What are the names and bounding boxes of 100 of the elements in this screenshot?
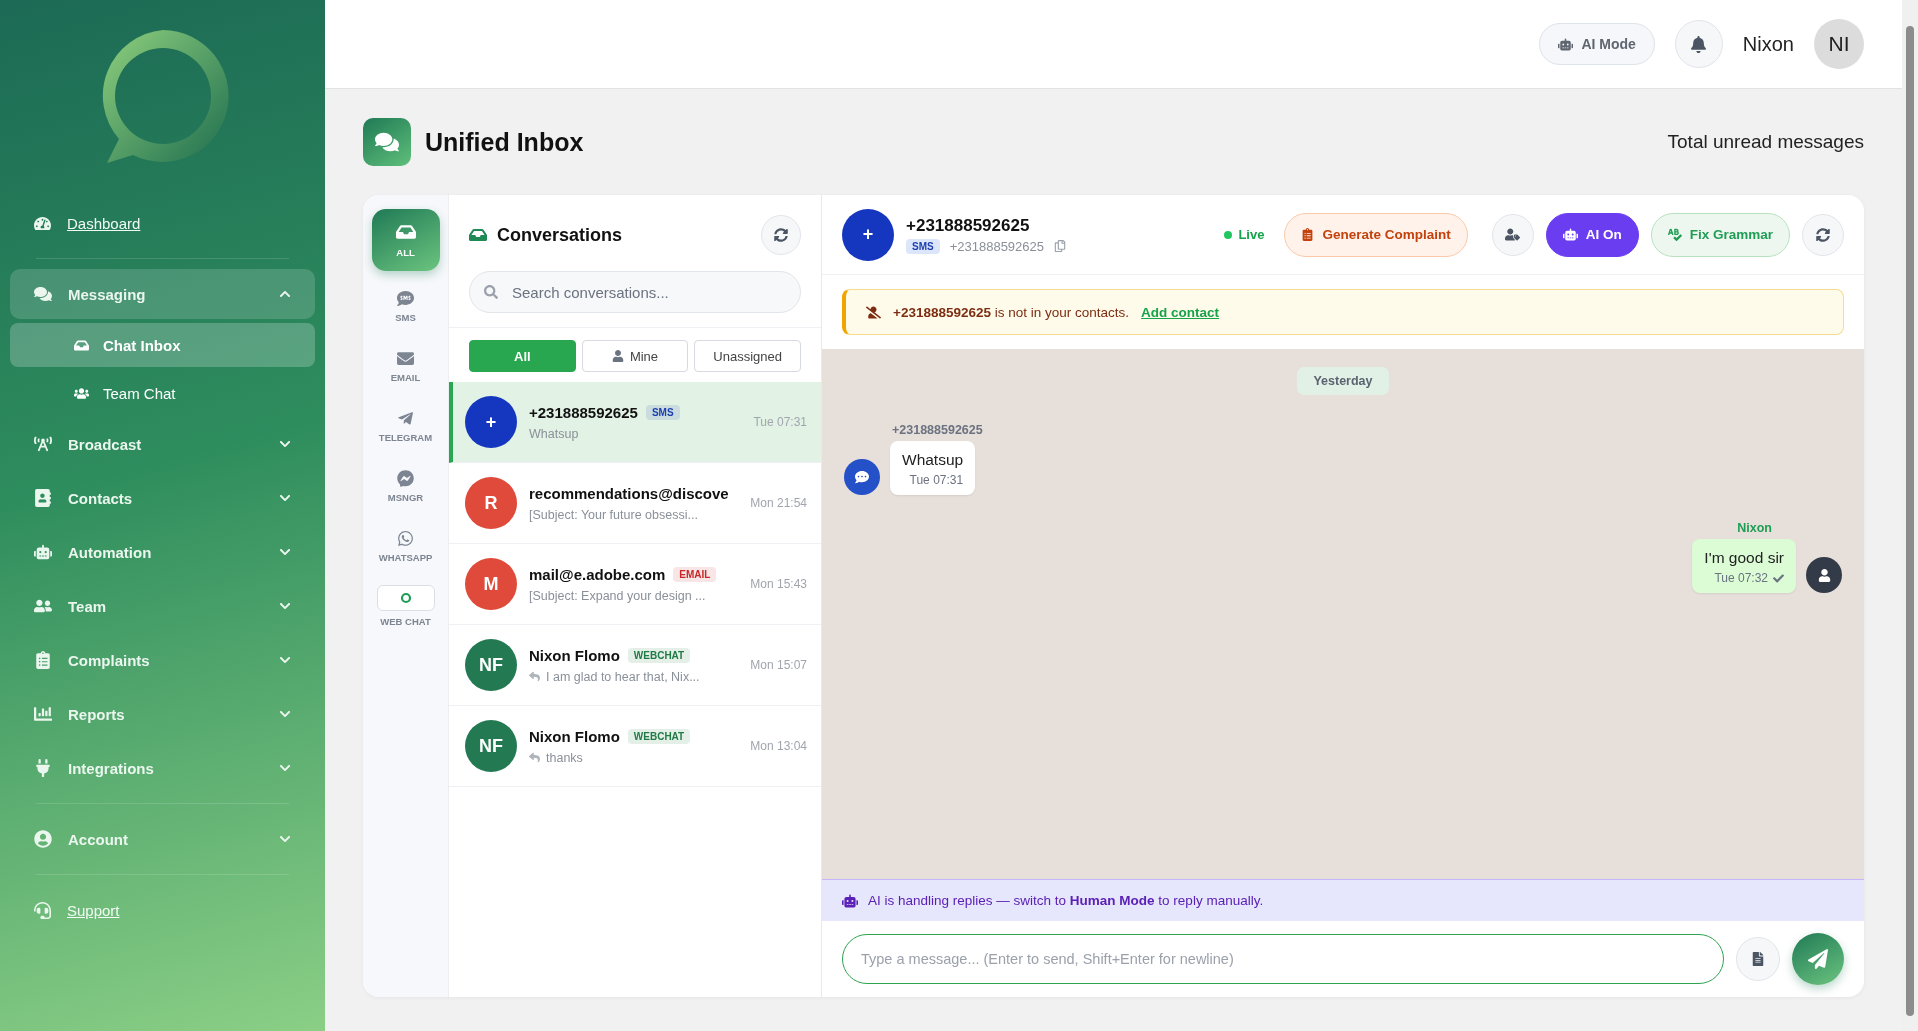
date-chip: Yesterday [1297,367,1389,395]
channel-tab[interactable]: EMAIL [371,341,440,391]
document-icon [1751,952,1765,966]
paper-plane-icon [397,409,414,427]
sms-bubble-icon [397,289,414,307]
person-icon [1817,568,1831,582]
nav-link[interactable]: Dashboard [67,214,141,232]
unread-label: Total unread messages [1667,131,1864,153]
contact-name: Nixon Flomo [529,646,620,664]
contact-name: +231888592625 [529,403,638,421]
channel-tag: WEBCHAT [627,647,691,663]
contact-avatar: NF [465,639,517,691]
message-text: I'm good sir [1704,549,1784,567]
ai-notice-text: AI is handling replies — switch to Human Mode to reply manually. [868,893,1264,908]
chevron-down-icon [279,438,291,450]
filter-tab[interactable]: All [469,340,576,372]
clipboard-icon [34,651,52,669]
nav-label: Team [68,597,108,615]
nav-group[interactable]: Contacts [10,473,315,523]
nav-link[interactable]: Support [67,901,120,919]
inbox-icon [469,226,487,244]
nav-group[interactable]: Messaging [10,269,315,319]
message-time: Tue 07:32 [1714,571,1768,585]
channel-tag: EMAIL [673,566,717,582]
notifications-button[interactable] [1674,20,1723,68]
nav-group[interactable]: Broadcast [10,419,315,469]
chevron-down-icon [279,492,291,504]
nav-label: Automation [68,543,153,561]
sender-name: Nixon [1737,521,1772,535]
channel-tab[interactable]: SMS [371,281,440,331]
message-preview: [Subject: Expand your design ... [529,588,706,603]
nav-group[interactable]: Complaints [10,635,315,685]
channel-tab[interactable]: WHATSAPP [371,521,440,571]
user-avatar[interactable]: NI [1814,19,1864,69]
conversation-item[interactable]: + +231888592625 SMS Whatsup Tue 07:31 [449,382,821,463]
generate-complaint-button[interactable]: Generate Complaint [1284,212,1468,257]
chat-bubbles-icon [34,285,52,303]
nav-label: Team Chat [103,384,177,402]
filter-tab[interactable]: Unassigned [694,340,801,372]
nav-group[interactable]: Reports [10,689,315,739]
channel-tab[interactable]: WEB CHAT [371,581,440,631]
robot-icon [842,892,858,909]
plug-icon [34,759,52,777]
webchat-logo-icon [376,585,435,611]
message-input[interactable]: Type a message... (Enter to send, Shift+Enter for newline) [842,934,1724,984]
user-tag-icon [1505,227,1521,242]
user-slash-icon [866,304,881,320]
nav-group[interactable]: Integrations [10,743,315,793]
refresh-button[interactable] [1802,213,1844,256]
message-time: Mon 15:43 [750,577,807,591]
chevron-down-icon [279,762,291,774]
channel-tab[interactable]: MSNGR [371,461,440,511]
refresh-icon [1816,227,1830,242]
chat-bubbles-icon [363,118,411,166]
copy-icon[interactable] [1054,240,1067,252]
message-preview: thanks [546,750,583,765]
bar-chart-icon [34,705,52,723]
channel-tag: SMS [906,238,940,254]
add-contact-link[interactable]: Add contact [1141,304,1220,320]
contact-avatar: R [465,477,517,529]
nav-label: Chat Inbox [103,336,182,354]
banner-text: +231888592625 is not in your contacts. [893,304,1130,320]
ai-toggle-button[interactable]: AI On [1545,212,1639,257]
gauge-icon [34,214,51,232]
spell-check-icon [1667,227,1682,242]
robot-icon [34,543,52,561]
search-field[interactable]: Search conversations... [469,271,801,313]
nav-group[interactable]: Automation [10,527,315,577]
person-icon [611,350,624,362]
nav-group[interactable]: Account [10,814,315,864]
status-dot [1224,230,1233,239]
contact-name: Nixon Flomo [529,727,620,745]
clipboard-icon [1301,228,1315,241]
nav-subitem[interactable]: Team Chat [10,371,315,415]
message-time: Mon 15:07 [750,658,807,672]
channel-tab[interactable]: ALL [371,209,440,271]
antenna-icon [34,435,52,453]
nav-label: Account [68,830,129,848]
send-button[interactable] [1792,933,1844,985]
people-icon [74,385,89,401]
nav-label: Integrations [68,759,155,777]
channel-tab[interactable]: TELEGRAM [371,401,440,451]
filter-tab[interactable]: Mine [581,340,689,372]
message-time: Mon 21:54 [750,496,807,510]
fix-grammar-button[interactable]: Fix Grammar [1650,212,1790,257]
inbox-icon [395,222,416,242]
refresh-button[interactable] [761,215,801,255]
chevron-down-icon [279,600,291,612]
ai-mode-button[interactable]: AI Mode [1539,23,1655,65]
contact-avatar: + [465,396,517,448]
message-time: Tue 07:31 [909,473,964,487]
attach-file-button[interactable] [1736,937,1780,981]
nav-group[interactable]: Team [10,581,315,631]
headset-icon [34,901,51,919]
contact-name: recommendations@discove [529,484,729,502]
robot-icon [1558,36,1574,52]
contact-avatar: M [465,558,517,610]
nav-subitem[interactable]: Chat Inbox [10,323,315,367]
robot-icon [1562,227,1578,242]
chevron-up-icon [279,288,291,300]
